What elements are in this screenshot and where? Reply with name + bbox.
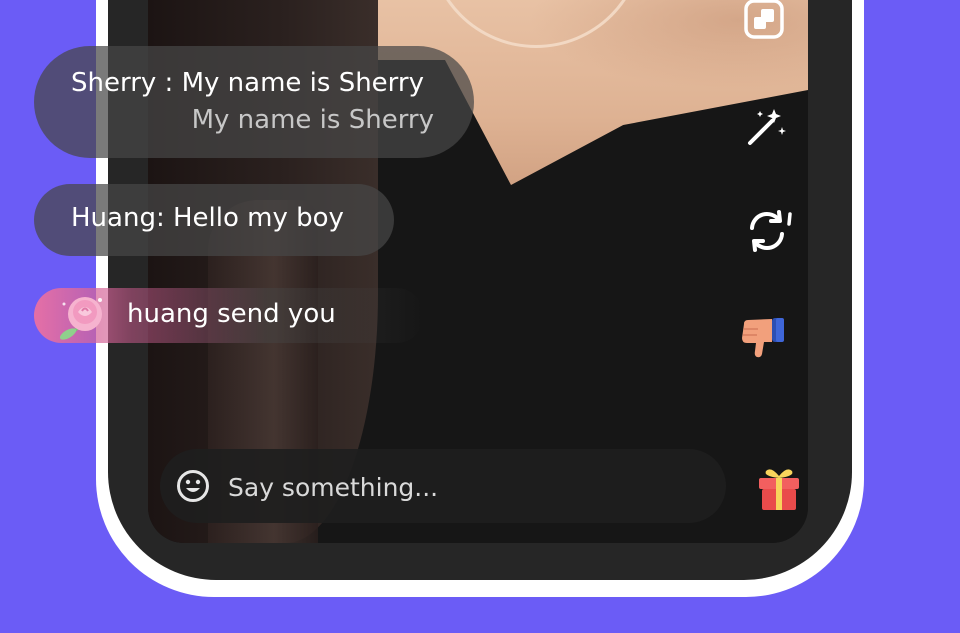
magic-wand-icon[interactable]: [744, 105, 788, 149]
smiley-icon[interactable]: [176, 469, 210, 503]
comment-bar: [160, 449, 726, 523]
chat-message-text: Huang: Hello my boy: [71, 203, 344, 233]
rose-icon: [59, 297, 102, 340]
chat-message-translation: My name is Sherry: [191, 105, 434, 135]
gift-icon[interactable]: [755, 466, 803, 512]
window-toggle-icon[interactable]: [743, 0, 785, 40]
thumbs-down-icon[interactable]: [738, 312, 790, 360]
gift-message-text: huang send you: [127, 299, 336, 329]
comment-input[interactable]: [226, 466, 690, 508]
chat-message-translated[interactable]: Sherry : My name is Sherry My name is Sh…: [34, 46, 474, 158]
chat-message[interactable]: Huang: Hello my boy: [34, 184, 394, 256]
gift-message[interactable]: huang send you: [34, 288, 424, 343]
camera-flip-icon[interactable]: [743, 208, 795, 254]
chat-message-text: Sherry : My name is Sherry: [71, 68, 424, 98]
